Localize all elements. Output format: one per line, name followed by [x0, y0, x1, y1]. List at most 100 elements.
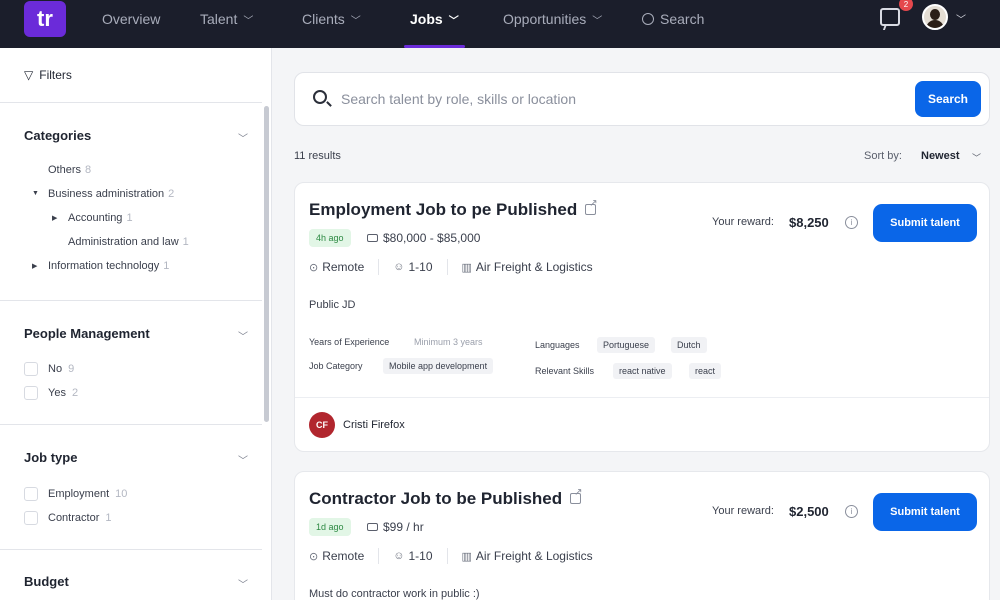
- expand-arrow-icon[interactable]: ▼: [32, 190, 39, 197]
- poster-avatar: CF: [309, 412, 335, 438]
- filters-header: ▽ Filters: [24, 68, 72, 82]
- chevron-down-icon[interactable]: ﹀: [238, 130, 248, 145]
- job-location: Remote: [322, 549, 365, 563]
- category-item-administration-and-law[interactable]: Administration and law 1: [68, 236, 189, 248]
- filters-sidebar: ▽ Filters Categories ﹀ Others 8 ▼ Business…: [0, 48, 272, 600]
- chevron-down-icon: ﹀: [350, 16, 361, 27]
- nav-item-label: Jobs: [410, 11, 443, 27]
- divider: [0, 102, 262, 103]
- people-icon: ☺: [393, 261, 405, 273]
- info-icon[interactable]: i: [845, 505, 858, 518]
- external-link-icon[interactable]: [570, 487, 583, 504]
- job-card[interactable]: Employment Job to pe Published 4h ago $8…: [294, 182, 990, 452]
- category-item-others[interactable]: Others 8: [48, 164, 91, 176]
- sort-dropdown[interactable]: Newest: [921, 150, 960, 162]
- sort-label: Sort by:: [864, 150, 902, 162]
- chevron-down-icon[interactable]: ﹀: [238, 576, 248, 591]
- chevron-down-icon: ﹀: [243, 16, 254, 27]
- info-icon[interactable]: i: [845, 216, 858, 229]
- sidebar-scrollbar[interactable]: [264, 106, 269, 422]
- divider: [0, 549, 262, 550]
- checkbox[interactable]: [24, 362, 38, 376]
- talent-search-input[interactable]: [341, 85, 901, 113]
- job-location: Remote: [322, 260, 365, 274]
- filter-icon: ▽: [24, 68, 34, 82]
- reward-label: Your reward:: [712, 505, 774, 517]
- category-count: 2: [168, 188, 175, 200]
- job-industry: Air Freight & Logistics: [475, 549, 593, 563]
- messages-icon[interactable]: [880, 8, 900, 26]
- external-link-icon[interactable]: [585, 198, 598, 215]
- chevron-down-icon: ﹀: [448, 16, 459, 27]
- nav-item-label: Overview: [102, 11, 161, 27]
- job-card[interactable]: Contractor Job to be Published 1d ago $9…: [294, 471, 990, 600]
- job-title[interactable]: Contractor Job to be Published: [309, 487, 583, 509]
- building-icon: ▥: [461, 550, 472, 563]
- submit-talent-button[interactable]: Submit talent: [873, 204, 977, 242]
- filter-option-contractor[interactable]: Contractor 1: [24, 511, 111, 525]
- category-count: 8: [85, 164, 92, 176]
- option-count: 1: [105, 512, 112, 524]
- category-count: 1: [163, 260, 170, 272]
- category-label: Administration and law: [68, 236, 179, 248]
- experience-label: Years of Experience: [309, 337, 390, 347]
- reward-amount: $8,250: [789, 215, 829, 230]
- nav-item-talent[interactable]: Talent ﹀: [200, 0, 253, 48]
- chevron-down-icon[interactable]: ﹀: [238, 328, 248, 343]
- section-title-people-management[interactable]: People Management: [24, 326, 150, 341]
- salary-range: $99 / hr: [367, 520, 424, 534]
- poster-name[interactable]: Cristi Firefox: [343, 419, 405, 431]
- checkbox[interactable]: [24, 386, 38, 400]
- user-avatar[interactable]: [922, 4, 948, 30]
- section-title-budget[interactable]: Budget: [24, 574, 69, 589]
- job-title[interactable]: Employment Job to pe Published: [309, 198, 598, 220]
- results-count: 11 results: [294, 150, 341, 162]
- reward-label: Your reward:: [712, 216, 774, 228]
- filter-option-yes[interactable]: Yes 2: [24, 386, 78, 400]
- submit-talent-button[interactable]: Submit talent: [873, 493, 977, 531]
- category-item-information-technology[interactable]: Information technology 1: [48, 260, 169, 272]
- job-meta-row: ⊙ Remote ☺ 1-10 ▥ Air Freight & Logistics: [309, 259, 593, 275]
- filter-option-no[interactable]: No 9: [24, 362, 74, 376]
- nav-item-jobs[interactable]: Jobs ﹀: [404, 0, 465, 48]
- checkbox[interactable]: [24, 487, 38, 501]
- nav-item-opportunities[interactable]: Opportunities ﹀: [503, 0, 602, 48]
- category-item-business-administration[interactable]: Business administration 2: [48, 188, 174, 200]
- option-label: No: [48, 363, 63, 375]
- divider: [378, 259, 380, 275]
- skills-label: Relevant Skills: [535, 366, 595, 376]
- chevron-down-icon[interactable]: ﹀: [956, 11, 966, 26]
- category-item-accounting[interactable]: Accounting 1: [68, 212, 133, 224]
- nav-search[interactable]: Search: [642, 0, 704, 48]
- search-icon: [313, 90, 327, 104]
- checkbox[interactable]: [24, 511, 38, 525]
- nav-item-label: Clients: [302, 11, 345, 27]
- option-count: 9: [68, 363, 75, 375]
- filter-option-employment[interactable]: Employment 10: [24, 487, 127, 501]
- category-label: Business administration: [48, 188, 165, 200]
- nav-item-clients[interactable]: Clients ﹀: [302, 0, 361, 48]
- app-logo[interactable]: tr: [24, 1, 66, 37]
- category-count: 1: [126, 212, 133, 224]
- chevron-down-icon[interactable]: ﹀: [238, 452, 248, 467]
- job-category-tag: Mobile app development: [383, 358, 494, 374]
- search-button[interactable]: Search: [915, 81, 981, 117]
- expand-arrow-icon[interactable]: ▶: [32, 262, 37, 270]
- chevron-down-icon[interactable]: ﹀: [972, 151, 981, 164]
- option-label: Employment: [48, 488, 110, 500]
- chevron-down-icon: ﹀: [592, 16, 603, 27]
- section-title-categories[interactable]: Categories: [24, 128, 91, 143]
- option-label: Yes: [48, 387, 66, 399]
- nav-item-overview[interactable]: Overview: [102, 0, 160, 48]
- reward-amount: $2,500: [789, 504, 829, 519]
- job-title-text: Contractor Job to be Published: [309, 489, 563, 508]
- job-description: Must do contractor work in public :): [309, 588, 480, 600]
- job-industry: Air Freight & Logistics: [475, 260, 593, 274]
- section-title-job-type[interactable]: Job type: [24, 450, 77, 465]
- category-label: Information technology: [48, 260, 160, 272]
- option-label: Contractor: [48, 512, 100, 524]
- posted-age-badge: 1d ago: [309, 518, 351, 536]
- languages-label: Languages: [535, 340, 580, 350]
- expand-arrow-icon[interactable]: ▶: [52, 214, 57, 222]
- search-icon: [642, 13, 654, 25]
